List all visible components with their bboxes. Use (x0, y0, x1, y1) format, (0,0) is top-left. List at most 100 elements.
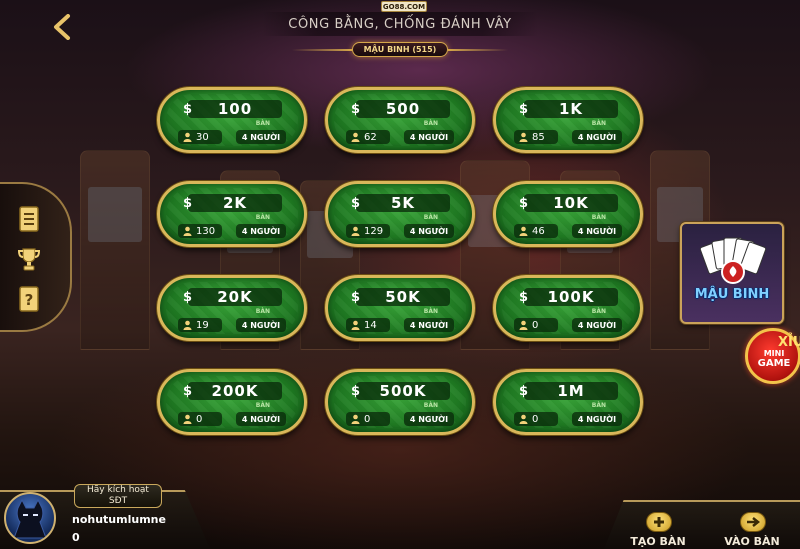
player-count: 62 (346, 130, 390, 144)
bet-amount: $500 (351, 100, 450, 118)
player-count: 19 (178, 318, 222, 332)
badge-ornament-left (292, 49, 352, 51)
player-count: 14 (346, 318, 390, 332)
bet-amount: $10K (519, 194, 618, 212)
bet-value: 1K (558, 100, 584, 118)
join-table-button[interactable]: VÀO BÀN (712, 512, 792, 549)
bet-amount: $200K (183, 382, 282, 400)
room-table[interactable]: $500 BÀN 62 4 NGƯỜI (325, 87, 475, 153)
table-label: BÀN (591, 120, 606, 127)
side-menu: ? (0, 182, 72, 332)
table-label: BÀN (591, 402, 606, 409)
seats-per-table: 4 NGƯỜI (572, 412, 622, 426)
activate-phone-line-1: Hãy kích hoạt (87, 485, 149, 495)
site-logo: GO88.COM (381, 1, 427, 12)
page-tagline: CÔNG BẰNG, CHỐNG ĐÁNH VÂY (262, 12, 538, 36)
mini-game-xiu-label: XỈU (778, 335, 800, 350)
person-icon (519, 132, 528, 142)
person-icon (183, 132, 192, 142)
avatar[interactable] (4, 492, 56, 544)
bet-amount: $100 (183, 100, 282, 118)
seats-per-table: 4 NGƯỜI (236, 412, 286, 426)
background-slot-machine (80, 150, 150, 350)
room-table[interactable]: $2K BÀN 130 4 NGƯỜI (157, 181, 307, 247)
game-card-mau-binh[interactable]: MẬU BINH (680, 222, 784, 324)
balance: 0 (72, 531, 80, 544)
bet-value: 5K (390, 194, 416, 212)
player-count: 129 (346, 224, 390, 238)
player-count-value: 14 (364, 319, 377, 331)
room-table[interactable]: $50K BÀN 14 4 NGƯỜI (325, 275, 475, 341)
player-count-value: 85 (532, 131, 545, 143)
room-table[interactable]: $10K BÀN 46 4 NGƯỜI (493, 181, 643, 247)
playing-cards-icon (699, 237, 767, 284)
player-count-value: 130 (196, 225, 216, 237)
game-lobby-screen: GO88.COM CÔNG BẰNG, CHỐNG ĐÁNH VÂY MẬU B… (0, 0, 800, 549)
badge-ornament-right (448, 49, 508, 51)
bet-amount: $500K (351, 382, 450, 400)
room-table[interactable]: $1M BÀN 0 4 NGƯỜI (493, 369, 643, 435)
person-icon (183, 226, 192, 236)
table-label: BÀN (255, 402, 270, 409)
player-count: 0 (514, 318, 558, 332)
room-table[interactable]: $500K BÀN 0 4 NGƯỜI (325, 369, 475, 435)
player-count-value: 19 (196, 319, 209, 331)
table-label: BÀN (423, 402, 438, 409)
trophy-icon[interactable] (16, 246, 42, 272)
mini-game-label-1: MINI (763, 349, 785, 358)
back-button[interactable] (48, 12, 76, 42)
table-label: BÀN (423, 214, 438, 221)
seats-per-table: 4 NGƯỜI (236, 130, 286, 144)
bet-value: 10K (553, 194, 589, 212)
table-label: BÀN (255, 120, 270, 127)
player-count: 0 (514, 412, 558, 426)
seats-per-table: 4 NGƯỜI (572, 318, 622, 332)
player-count: 0 (178, 412, 222, 426)
bet-value: 1M (557, 382, 585, 400)
room-table[interactable]: $200K BÀN 0 4 NGƯỜI (157, 369, 307, 435)
activate-phone-button[interactable]: Hãy kích hoạt SĐT (74, 484, 162, 508)
person-icon (351, 132, 360, 142)
help-icon[interactable]: ? (16, 286, 42, 312)
player-count-value: 46 (532, 225, 545, 237)
svg-text:?: ? (25, 291, 34, 309)
person-icon (351, 414, 360, 424)
person-icon (183, 320, 192, 330)
create-table-button[interactable]: TẠO BÀN (618, 512, 698, 549)
seats-per-table: 4 NGƯỜI (236, 224, 286, 238)
room-table[interactable]: $1K BÀN 85 4 NGƯỜI (493, 87, 643, 153)
bet-amount: $20K (183, 288, 282, 306)
player-count-value: 62 (364, 131, 377, 143)
arrow-right-icon (740, 512, 766, 532)
seats-per-table: 4 NGƯỜI (404, 412, 454, 426)
seats-per-table: 4 NGƯỜI (572, 130, 622, 144)
bet-value: 100K (547, 288, 595, 306)
mini-game-label-2: GAME (757, 358, 791, 369)
seats-per-table: 4 NGƯỜI (404, 224, 454, 238)
person-icon (519, 414, 528, 424)
bet-value: 500 (385, 100, 421, 118)
bet-amount: $100K (519, 288, 618, 306)
bet-value: 200K (211, 382, 259, 400)
player-count-value: 30 (196, 131, 209, 143)
room-table[interactable]: $100K BÀN 0 4 NGƯỜI (493, 275, 643, 341)
person-icon (351, 320, 360, 330)
player-count-value: 129 (364, 225, 384, 237)
room-table[interactable]: $5K BÀN 129 4 NGƯỜI (325, 181, 475, 247)
bet-amount: $50K (351, 288, 450, 306)
room-table[interactable]: $20K BÀN 19 4 NGƯỜI (157, 275, 307, 341)
table-label: BÀN (591, 308, 606, 315)
table-label: BÀN (591, 214, 606, 221)
document-icon[interactable] (16, 206, 42, 232)
seats-per-table: 4 NGƯỜI (404, 318, 454, 332)
player-count-value: 0 (364, 413, 371, 425)
room-table[interactable]: $100 BÀN 30 4 NGƯỜI (157, 87, 307, 153)
seats-per-table: 4 NGƯỜI (404, 130, 454, 144)
table-label: BÀN (423, 120, 438, 127)
create-table-label: TẠO BÀN (630, 535, 686, 548)
person-icon (519, 320, 528, 330)
user-avatar-icon (13, 498, 47, 539)
mini-game-button[interactable]: XỈU MINI GAME (745, 328, 800, 384)
person-icon (519, 226, 528, 236)
bet-value: 2K (222, 194, 248, 212)
